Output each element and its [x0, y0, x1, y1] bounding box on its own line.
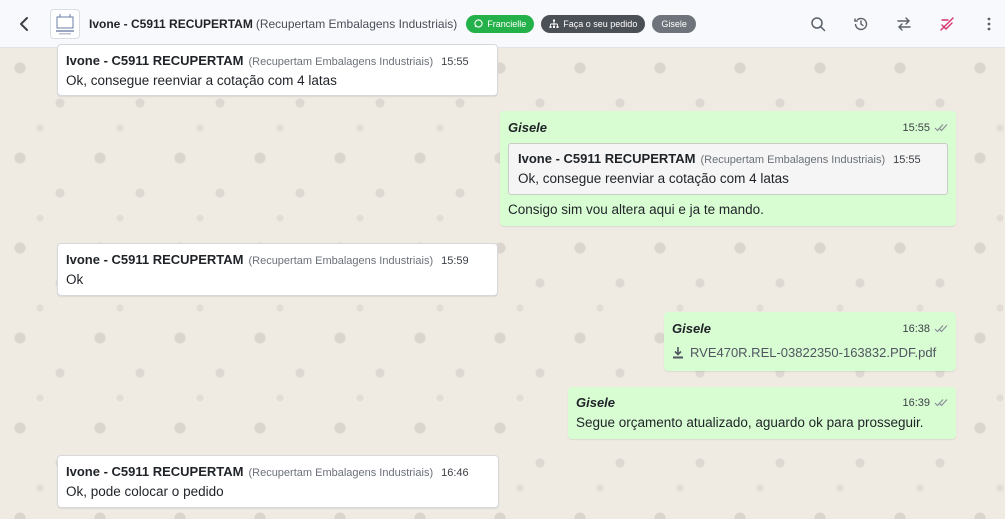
message-time: 15:55 — [902, 121, 930, 134]
message-time: 16:38 — [902, 322, 930, 335]
double-check-icon — [934, 399, 948, 407]
tag-label: Francielle — [487, 18, 527, 29]
message-sender: Ivone - C5911 RECUPERTAM — [66, 53, 244, 68]
chat-header: Ivone - C5911 RECUPERTAM (Recupertam Emb… — [0, 0, 1005, 48]
message-time: 16:39 — [902, 396, 930, 409]
contact-name[interactable]: Ivone - C5911 RECUPERTAM — [89, 17, 253, 31]
message-sender: Ivone - C5911 RECUPERTAM — [66, 464, 244, 479]
message-text: Ok — [66, 272, 84, 287]
history-icon[interactable] — [849, 12, 873, 36]
message-time: 15:59 — [441, 255, 469, 267]
message-time: 16:46 — [441, 467, 469, 479]
sitemap-icon — [549, 19, 559, 28]
message-header: Gisele 16:38 — [672, 321, 948, 336]
message-company: (Recupertam Embalagens Industriais) — [248, 255, 434, 267]
quoted-header: Ivone - C5911 RECUPERTAM (Recupertam Emb… — [518, 151, 938, 166]
quoted-sender: Ivone - C5911 RECUPERTAM — [518, 151, 696, 166]
message-header: Gisele 15:55 — [508, 120, 948, 135]
more-icon[interactable] — [977, 12, 1001, 36]
message-text: Ok, consegue reenviar a cotação com 4 la… — [66, 73, 337, 88]
message-sender: Gisele — [508, 120, 548, 135]
double-check-icon — [934, 325, 948, 333]
message-incoming[interactable]: Ivone - C5911 RECUPERTAM (Recupertam Emb… — [57, 455, 499, 508]
message-text: Ok, pode colocar o pedido — [66, 484, 224, 499]
avatar[interactable] — [50, 8, 80, 39]
header-actions — [806, 0, 1005, 48]
tag-faca-o-seu-pedido[interactable]: Faça o seu pedido — [541, 14, 646, 33]
quoted-message[interactable]: Ivone - C5911 RECUPERTAM (Recupertam Emb… — [508, 143, 948, 195]
quoted-company: (Recupertam Embalagens Industriais) — [700, 154, 886, 166]
message-time: 15:55 — [441, 56, 469, 68]
message-text: Segue orçamento atualizado, aguardo ok p… — [576, 415, 924, 430]
message-outgoing[interactable]: Gisele 16:39 Segue orçamento atualizado,… — [568, 387, 956, 439]
transfer-icon[interactable] — [892, 12, 916, 36]
message-incoming[interactable]: Ivone - C5911 RECUPERTAM (Recupertam Emb… — [57, 243, 498, 296]
attachment-filename: RVE470R.REL-03822350-163832.PDF.pdf — [690, 345, 937, 360]
double-check-icon — [934, 124, 948, 132]
whatsapp-icon — [474, 19, 483, 28]
quoted-text: Ok, consegue reenviar a cotação com 4 la… — [518, 171, 789, 186]
message-header: Ivone - C5911 RECUPERTAM (Recupertam Emb… — [66, 464, 490, 479]
contact-company: (Recupertam Embalagens Industriais) — [255, 16, 458, 31]
message-sender: Ivone - C5911 RECUPERTAM — [66, 252, 244, 267]
download-icon — [673, 347, 683, 359]
back-arrow-icon[interactable] — [12, 12, 36, 36]
message-company: (Recupertam Embalagens Industriais) — [248, 467, 434, 479]
message-sender: Gisele — [576, 395, 616, 410]
message-text: Consigo sim vou altera aqui e ja te mand… — [508, 202, 764, 217]
ban-icon[interactable] — [935, 12, 959, 36]
message-outgoing[interactable]: Gisele 16:38 RVE470R.REL-03822350-163832… — [664, 312, 956, 371]
message-company: (Recupertam Embalagens Industriais) — [248, 56, 434, 68]
message-outgoing[interactable]: Gisele 15:55 Ivone - C5911 RECUPERTAM (R… — [500, 111, 956, 226]
search-icon[interactable] — [806, 12, 830, 36]
message-header: Ivone - C5911 RECUPERTAM (Recupertam Emb… — [66, 252, 489, 267]
message-header: Ivone - C5911 RECUPERTAM (Recupertam Emb… — [66, 53, 489, 68]
tag-gisele[interactable]: Gisele — [652, 14, 696, 33]
message-header: Gisele 16:39 — [576, 395, 948, 410]
message-sender: Gisele — [672, 321, 712, 336]
message-incoming[interactable]: Ivone - C5911 RECUPERTAM (Recupertam Emb… — [57, 44, 498, 96]
tag-francielle[interactable]: Francielle — [466, 14, 535, 33]
tag-label: Faça o seu pedido — [563, 18, 638, 29]
tag-label: Gisele — [661, 18, 687, 29]
attachment-link[interactable]: RVE470R.REL-03822350-163832.PDF.pdf — [672, 345, 948, 360]
quoted-time: 15:55 — [893, 154, 921, 166]
